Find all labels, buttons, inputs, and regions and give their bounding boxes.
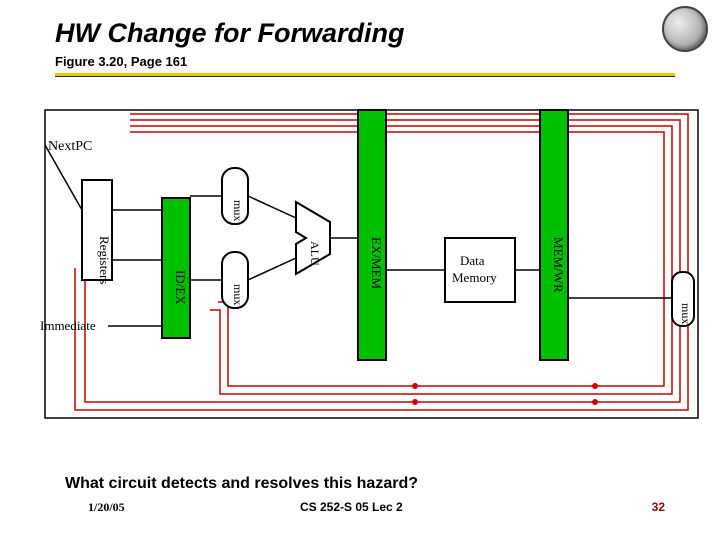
immediate-label: Immediate — [40, 318, 96, 333]
idex-label: ID/EX — [173, 270, 188, 305]
course-code: CS 252-S 05 Lec 2 — [300, 500, 403, 514]
slide-date: 1/20/05 — [88, 500, 125, 515]
alu-label: ALU — [308, 241, 322, 266]
slide-number: 32 — [652, 500, 665, 514]
mux1-label: mux — [231, 200, 245, 221]
mux2-label: mux — [231, 284, 245, 305]
memwr-label: MEM/WR — [551, 237, 566, 293]
forwarding-diagram: NextPC Registers ID/EX mux mux ALU EX/ME… — [0, 90, 720, 430]
registers-label: Registers — [97, 236, 112, 284]
exmem-label: EX/MEM — [369, 237, 384, 289]
datamem-label-2: Memory — [452, 270, 497, 285]
seal-icon — [662, 6, 708, 52]
mux3-label: mux — [679, 303, 693, 324]
nextpc-label: NextPC — [48, 139, 92, 154]
datamem-label-1: Data — [460, 253, 485, 268]
slide-title: HW Change for Forwarding — [55, 18, 404, 49]
slide-subtitle: Figure 3.20, Page 161 — [55, 54, 187, 69]
question-text: What circuit detects and resolves this h… — [65, 475, 418, 493]
title-rule — [55, 73, 675, 77]
